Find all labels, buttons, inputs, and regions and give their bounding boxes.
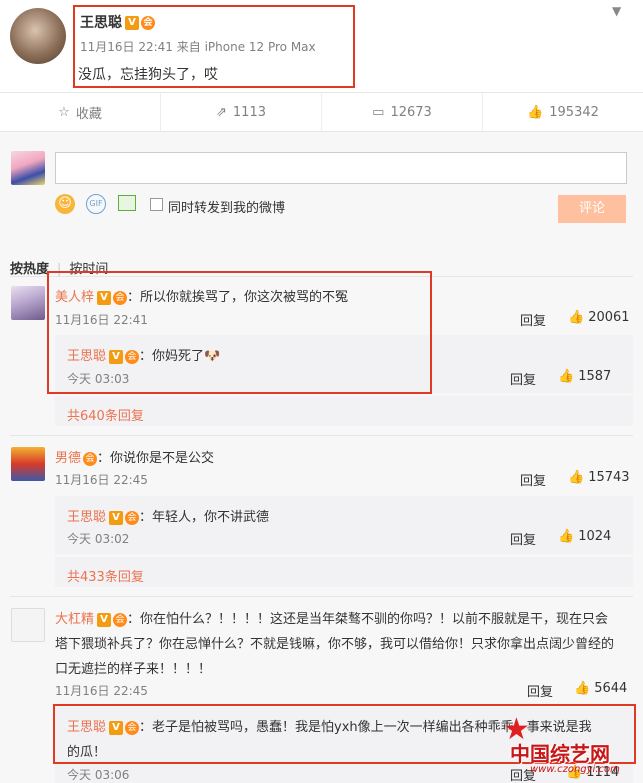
reply-time: 今天 03:06	[67, 768, 130, 782]
comment-icon: ▭	[372, 104, 385, 120]
like-icon: 👍	[568, 470, 585, 485]
like-count: 1024	[578, 529, 612, 544]
comment-submit-button[interactable]: 评论	[558, 195, 626, 223]
reply-body: 王思聪 V 会：年轻人，你不讲武德	[67, 506, 269, 525]
favorite-label: 收藏	[75, 106, 102, 122]
more-replies-link[interactable]: 共433条回复	[67, 566, 144, 585]
comment-button[interactable]: ▭ 12673	[322, 93, 483, 131]
reply-like-button[interactable]: 👍 1587	[558, 369, 611, 384]
comment-like-button[interactable]: 👍 15743	[568, 470, 630, 485]
more-replies-link[interactable]: 共640条回复	[67, 405, 144, 424]
divider	[10, 435, 633, 436]
image-icon[interactable]	[118, 195, 136, 211]
watermark-text: 中国综艺网	[510, 742, 610, 766]
like-button[interactable]: 👍 195342	[483, 93, 643, 131]
vip-icon: 会	[83, 451, 98, 466]
reply-author[interactable]: 王思聪	[67, 510, 106, 525]
verified-icon: V	[109, 510, 124, 525]
forward-checkbox[interactable]	[150, 198, 163, 211]
like-icon: 👍	[527, 104, 544, 120]
favorite-button[interactable]: ☆ 收藏	[0, 93, 161, 131]
reply-text: ：年轻人，你不讲武德	[139, 510, 270, 525]
comment-like-button[interactable]: 👍 5644	[574, 681, 627, 696]
comment-body: 大杠精 V 会：你在怕什么？！！！！这还是当年桀骜不驯的你吗？！以前不服就是干，现在…	[55, 608, 608, 627]
verified-icon: V	[97, 612, 112, 627]
comment-count: 12673	[390, 104, 432, 120]
action-bar: ☆ 收藏 ⇗ 1113 ▭ 12673 👍 195342	[0, 92, 643, 132]
comment-like-button[interactable]: 👍 20061	[568, 310, 630, 325]
my-avatar	[11, 151, 45, 185]
reply-like-button[interactable]: 👍 1024	[558, 529, 611, 544]
comment-time: 11月16日 22:45	[55, 684, 148, 698]
reply-button[interactable]: 回复	[520, 310, 546, 329]
like-icon: 👍	[558, 529, 575, 544]
comment-avatar[interactable]	[11, 286, 45, 320]
comment-body: 男德会：你说你是不是公交	[55, 447, 214, 466]
emoji-icon[interactable]: ☺	[55, 194, 75, 214]
reply-button[interactable]: 回复	[527, 681, 553, 700]
like-count: 195342	[549, 104, 599, 120]
share-icon: ⇗	[216, 104, 227, 120]
reply-button[interactable]: 回复	[510, 529, 536, 548]
comment-avatar[interactable]	[11, 608, 45, 642]
like-count: 1587	[578, 369, 612, 384]
comment-text-line: 塔下猥琐补兵了？你在忌惮什么？不就是钱嘛，你不够，我可以借给你！只求你拿出点阔少…	[55, 637, 615, 652]
reply-button[interactable]: 回复	[510, 369, 536, 388]
comment-avatar[interactable]	[11, 447, 45, 481]
like-icon: 👍	[558, 369, 575, 384]
comment-input[interactable]	[55, 152, 627, 184]
reply-time: 今天 03:02	[67, 532, 130, 546]
like-count: 20061	[588, 310, 630, 325]
comment-text: ：你在怕什么？！！！！这还是当年桀骜不驯的你吗？！以前不服就是干，现在只会	[127, 612, 609, 627]
chevron-down-icon[interactable]: ▼	[612, 4, 621, 18]
share-count: 1113	[232, 104, 266, 120]
reply-card	[55, 496, 633, 554]
comment-author[interactable]: 男德	[55, 451, 81, 466]
vip-icon: 会	[113, 612, 128, 627]
highlight-box	[73, 5, 355, 88]
comment-time: 11月16日 22:45	[55, 473, 148, 487]
sort-by-hot[interactable]: 按热度	[10, 262, 49, 277]
gif-icon[interactable]: GIF	[86, 194, 106, 214]
share-button[interactable]: ⇗ 1113	[161, 93, 322, 131]
reply-button[interactable]: 回复	[520, 470, 546, 489]
vip-icon: 会	[125, 510, 140, 525]
comment-author[interactable]: 大杠精	[55, 612, 94, 627]
divider	[10, 596, 633, 597]
post-author-avatar[interactable]	[10, 8, 66, 64]
like-icon: 👍	[568, 310, 585, 325]
comment-text-line: 口无遮拦的样子来！！！！	[55, 662, 212, 677]
comment-text: ：你说你是不是公交	[97, 451, 215, 466]
highlight-box	[47, 271, 432, 394]
star-icon: ☆	[58, 104, 70, 120]
watermark-url: www.czongyi.com	[530, 764, 620, 775]
forward-label: 同时转发到我的微博	[168, 201, 286, 216]
like-count: 5644	[594, 681, 628, 696]
like-icon: 👍	[574, 681, 591, 696]
like-count: 15743	[588, 470, 630, 485]
